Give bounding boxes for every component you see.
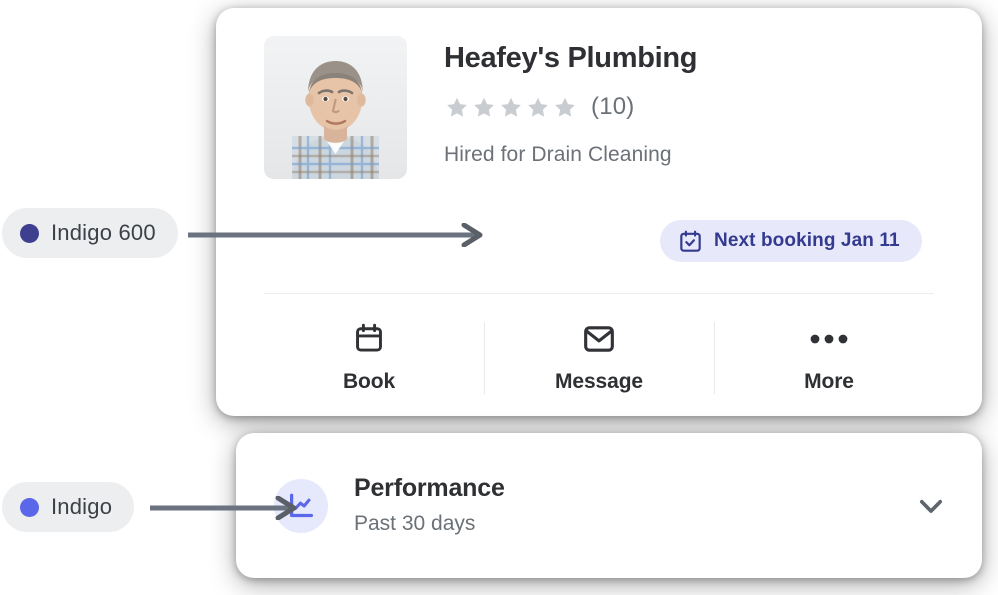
next-booking-label: Next booking Jan 11 <box>714 230 900 251</box>
annotation-pill-indigo: Indigo <box>2 482 135 532</box>
annotated-ui-illustration: Heafey's Plumbing (10) Hired for Drain C… <box>0 0 998 595</box>
annotation-pill-indigo-600: Indigo 600 <box>2 208 178 258</box>
book-button[interactable]: Book <box>254 308 484 408</box>
annotation-label: Indigo <box>51 494 113 519</box>
provider-header: Heafey's Plumbing (10) Hired for Drain C… <box>264 36 698 179</box>
color-swatch-dot <box>20 497 39 517</box>
envelope-icon <box>582 322 616 356</box>
star-icon <box>555 97 575 117</box>
star-icon <box>474 97 494 117</box>
chart-line-icon <box>290 493 313 517</box>
provider-card: Heafey's Plumbing (10) Hired for Drain C… <box>216 8 982 416</box>
message-button[interactable]: Message <box>484 308 714 408</box>
hired-for-label: Hired for Drain Cleaning <box>444 143 672 166</box>
next-booking-badge[interactable]: Next booking Jan 11 <box>660 220 922 262</box>
page-title: Heafey's Plumbing <box>444 42 698 74</box>
star-icon <box>447 97 467 117</box>
ellipsis-icon <box>810 322 848 356</box>
star-icon <box>501 97 521 117</box>
star-icon <box>528 97 548 117</box>
color-swatch-dot <box>20 223 39 243</box>
more-button-label: More <box>804 370 854 393</box>
performance-subtitle: Past 30 days <box>354 511 476 535</box>
message-button-label: Message <box>554 370 644 393</box>
rating-row: (10) <box>444 93 697 121</box>
review-count: (10) <box>591 93 635 120</box>
book-button-label: Book <box>342 370 396 393</box>
performance-icon-badge <box>274 478 328 533</box>
card-divider <box>264 293 934 294</box>
more-button[interactable]: More <box>714 308 944 408</box>
provider-info: Heafey's Plumbing (10) Hired for Drain C… <box>444 36 698 167</box>
calendar-check-icon <box>680 230 701 252</box>
performance-card[interactable]: Performance Past 30 days <box>236 433 982 578</box>
star-rating <box>444 95 578 120</box>
performance-text: Performance Past 30 days <box>354 475 914 536</box>
performance-title: Performance <box>354 474 505 503</box>
action-row: Book Message More <box>254 308 944 408</box>
calendar-icon <box>353 322 385 356</box>
chevron-down-icon[interactable] <box>914 489 948 523</box>
annotation-label: Indigo 600 <box>51 220 156 245</box>
avatar <box>264 36 407 179</box>
